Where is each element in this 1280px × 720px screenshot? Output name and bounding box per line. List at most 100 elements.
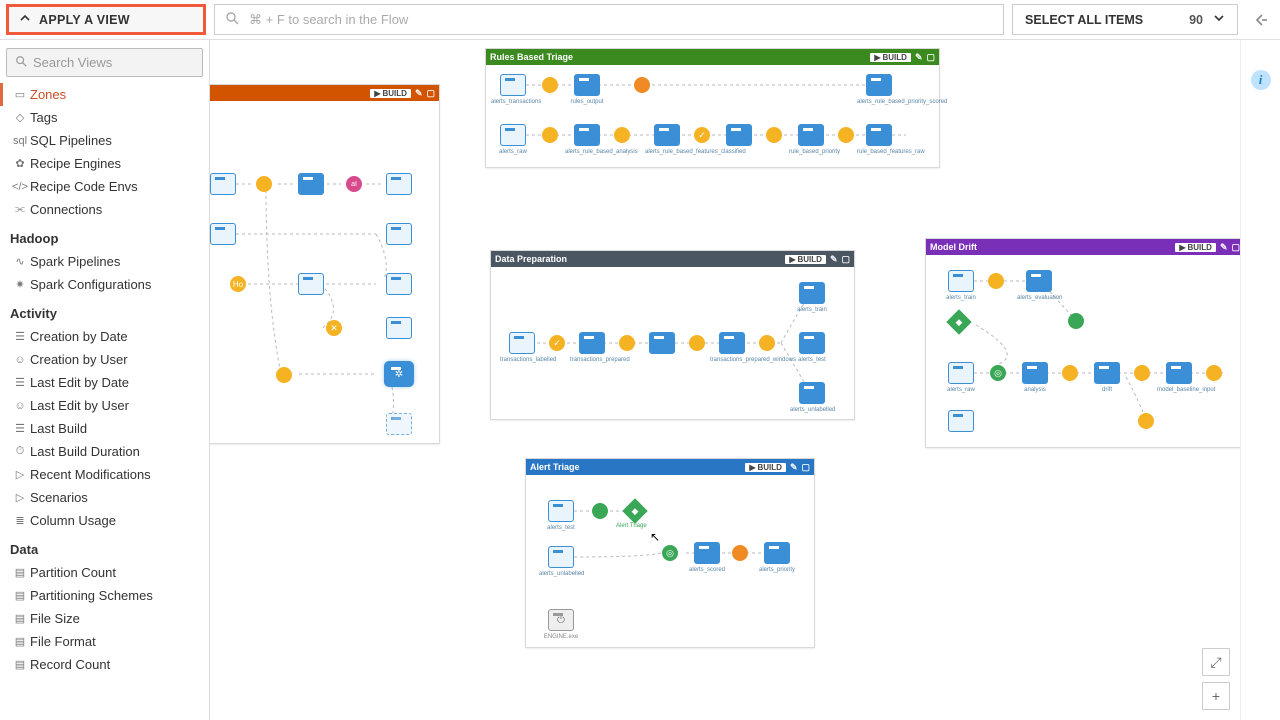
info-icon[interactable]: i xyxy=(1251,70,1271,90)
dataset-node[interactable]: rule_based_features_raw xyxy=(866,124,892,146)
sidebar-item[interactable]: ⏱Last Build Duration xyxy=(6,440,203,463)
dataset-node[interactable]: alerts_rule_based_priority_scored xyxy=(866,74,892,96)
model-node[interactable]: ◆ xyxy=(946,309,971,334)
dataset-node[interactable] xyxy=(386,413,412,435)
recipe-node[interactable]: ✓ xyxy=(549,335,565,351)
recipe-node[interactable]: ✕ xyxy=(326,320,342,336)
sidebar-item[interactable]: ▤Record Count xyxy=(6,653,203,676)
expand-icon[interactable]: ▢ xyxy=(1231,242,1240,253)
recipe-node[interactable] xyxy=(276,367,292,383)
zoom-in-button[interactable]: + xyxy=(1202,682,1230,710)
recipe-node[interactable] xyxy=(1134,365,1150,381)
dataset-node[interactable]: ✲ xyxy=(386,363,412,385)
recipe-node[interactable] xyxy=(614,127,630,143)
sidebar-item[interactable]: ☰Last Build xyxy=(6,417,203,440)
dataset-node[interactable]: transactions_prepared_windows xyxy=(719,332,745,354)
zoom-fit-button[interactable]: ⤢ xyxy=(1202,648,1230,676)
zone-green[interactable]: Rules Based Triage ▶ BUILD ✎ ▢ alerts_tr… xyxy=(485,48,940,168)
model-node[interactable]: ◆ xyxy=(622,498,647,523)
build-button[interactable]: ▶ BUILD xyxy=(870,53,911,62)
recipe-node[interactable] xyxy=(634,77,650,93)
dataset-node[interactable] xyxy=(210,223,236,245)
dataset-node[interactable]: rules_output xyxy=(574,74,600,96)
dataset-node[interactable]: rule_based_priority xyxy=(798,124,824,146)
recipe-node[interactable]: ✓ xyxy=(694,127,710,143)
dataset-node[interactable] xyxy=(298,273,324,295)
dataset-node[interactable]: alerts_unlabelled xyxy=(548,546,574,568)
edit-icon[interactable]: ✎ xyxy=(830,254,838,265)
dataset-node[interactable]: alerts_train xyxy=(948,270,974,292)
collapse-right-button[interactable] xyxy=(1246,4,1274,35)
recipe-node[interactable] xyxy=(1062,365,1078,381)
dataset-node[interactable] xyxy=(649,332,675,354)
sidebar-item[interactable]: ▤File Format xyxy=(6,630,203,653)
recipe-node[interactable]: ◎ xyxy=(662,545,678,561)
edit-icon[interactable]: ✎ xyxy=(415,88,423,99)
dataset-node[interactable]: drift xyxy=(1094,362,1120,384)
dataset-node[interactable] xyxy=(210,173,236,195)
dataset-node[interactable]: analysis xyxy=(1022,362,1048,384)
dataset-node[interactable]: alerts_test xyxy=(799,332,825,354)
dataset-node[interactable]: alerts_priority xyxy=(764,542,790,564)
recipe-node[interactable] xyxy=(759,335,775,351)
recipe-node[interactable] xyxy=(1068,313,1084,329)
recipe-node[interactable] xyxy=(542,77,558,93)
recipe-node[interactable] xyxy=(1138,413,1154,429)
dataset-node[interactable]: alerts_unlabelled xyxy=(799,382,825,404)
sidebar-item[interactable]: ✿Recipe Engines xyxy=(6,152,203,175)
sidebar-item[interactable]: ☺Last Edit by User xyxy=(6,394,203,417)
flow-search-input[interactable]: ⌘ + F to search in the Flow xyxy=(214,4,1004,35)
sidebar-item[interactable]: ▤Partitioning Schemes xyxy=(6,584,203,607)
apply-view-toggle[interactable]: APPLY A VIEW xyxy=(6,4,206,35)
sidebar-item[interactable]: ◇Tags xyxy=(6,106,203,129)
zone-alert-triage[interactable]: Alert Triage ▶ BUILD ✎ ▢ alerts_test ◆ A… xyxy=(525,458,815,648)
recipe-node[interactable] xyxy=(988,273,1004,289)
build-button[interactable]: ▶ BUILD xyxy=(785,255,826,264)
expand-icon[interactable]: ▢ xyxy=(801,462,810,473)
dataset-node[interactable]: alerts_raw xyxy=(500,124,526,146)
dataset-node[interactable]: transactions_labelled xyxy=(509,332,535,354)
dataset-node[interactable]: alerts_rule_based_analysis xyxy=(574,124,600,146)
sidebar-item[interactable]: </>Recipe Code Envs xyxy=(6,175,203,198)
sidebar-item[interactable]: ▷Scenarios xyxy=(6,486,203,509)
recipe-node[interactable] xyxy=(1206,365,1222,381)
build-button[interactable]: ▶ BUILD xyxy=(1175,243,1216,252)
dataset-node[interactable]: transactions_prepared xyxy=(579,332,605,354)
dataset-node[interactable]: model_baseline_input xyxy=(1166,362,1192,384)
zone-model-drift[interactable]: Model Drift ▶ BUILD ✎ ▢ alerts_train ale… xyxy=(925,238,1240,448)
recipe-node[interactable] xyxy=(766,127,782,143)
sidebar-item[interactable]: ✷Spark Configurations xyxy=(6,273,203,296)
dataset-node[interactable]: alerts_transactions xyxy=(500,74,526,96)
zone-orange[interactable]: ▶ BUILD ✎ ▢ aI xyxy=(210,84,440,444)
dataset-node[interactable] xyxy=(298,173,324,195)
recipe-node[interactable]: ◎ xyxy=(990,365,1006,381)
recipe-node[interactable]: aI xyxy=(346,176,362,192)
build-button[interactable]: ▶ BUILD xyxy=(745,463,786,472)
sidebar-item[interactable]: ▤Partition Count xyxy=(6,561,203,584)
dataset-node[interactable]: alerts_test xyxy=(548,500,574,522)
sidebar-item[interactable]: ≣Column Usage xyxy=(6,509,203,532)
edit-icon[interactable]: ✎ xyxy=(915,52,923,63)
sidebar-item[interactable]: sqlSQL Pipelines xyxy=(6,129,203,152)
dataset-node[interactable] xyxy=(726,124,752,146)
recipe-node[interactable]: Ho xyxy=(230,276,246,292)
sidebar-item[interactable]: ▷Recent Modifications xyxy=(6,463,203,486)
dataset-node[interactable]: alerts_raw xyxy=(948,362,974,384)
recipe-node[interactable] xyxy=(542,127,558,143)
expand-icon[interactable]: ▢ xyxy=(426,88,435,99)
dataset-node[interactable] xyxy=(386,173,412,195)
edit-icon[interactable]: ✎ xyxy=(790,462,798,473)
expand-icon[interactable]: ▢ xyxy=(841,254,850,265)
dataset-node[interactable] xyxy=(386,317,412,339)
dataset-node[interactable] xyxy=(948,410,974,432)
edit-icon[interactable]: ✎ xyxy=(1220,242,1228,253)
sidebar-item[interactable]: ☰Creation by Date xyxy=(6,325,203,348)
sidebar-item[interactable]: ⫘Connections xyxy=(6,198,203,221)
select-all-dropdown[interactable]: SELECT ALL ITEMS 90 xyxy=(1012,4,1238,35)
flow-canvas[interactable]: ▶ BUILD ✎ ▢ aI xyxy=(210,40,1240,720)
sidebar-item[interactable]: ☺Creation by User xyxy=(6,348,203,371)
dataset-node[interactable]: alerts_evaluation xyxy=(1026,270,1052,292)
folder-node[interactable]: ⏻ ENGINE.exe xyxy=(548,609,574,631)
expand-icon[interactable]: ▢ xyxy=(926,52,935,63)
sidebar-item[interactable]: ☰Last Edit by Date xyxy=(6,371,203,394)
